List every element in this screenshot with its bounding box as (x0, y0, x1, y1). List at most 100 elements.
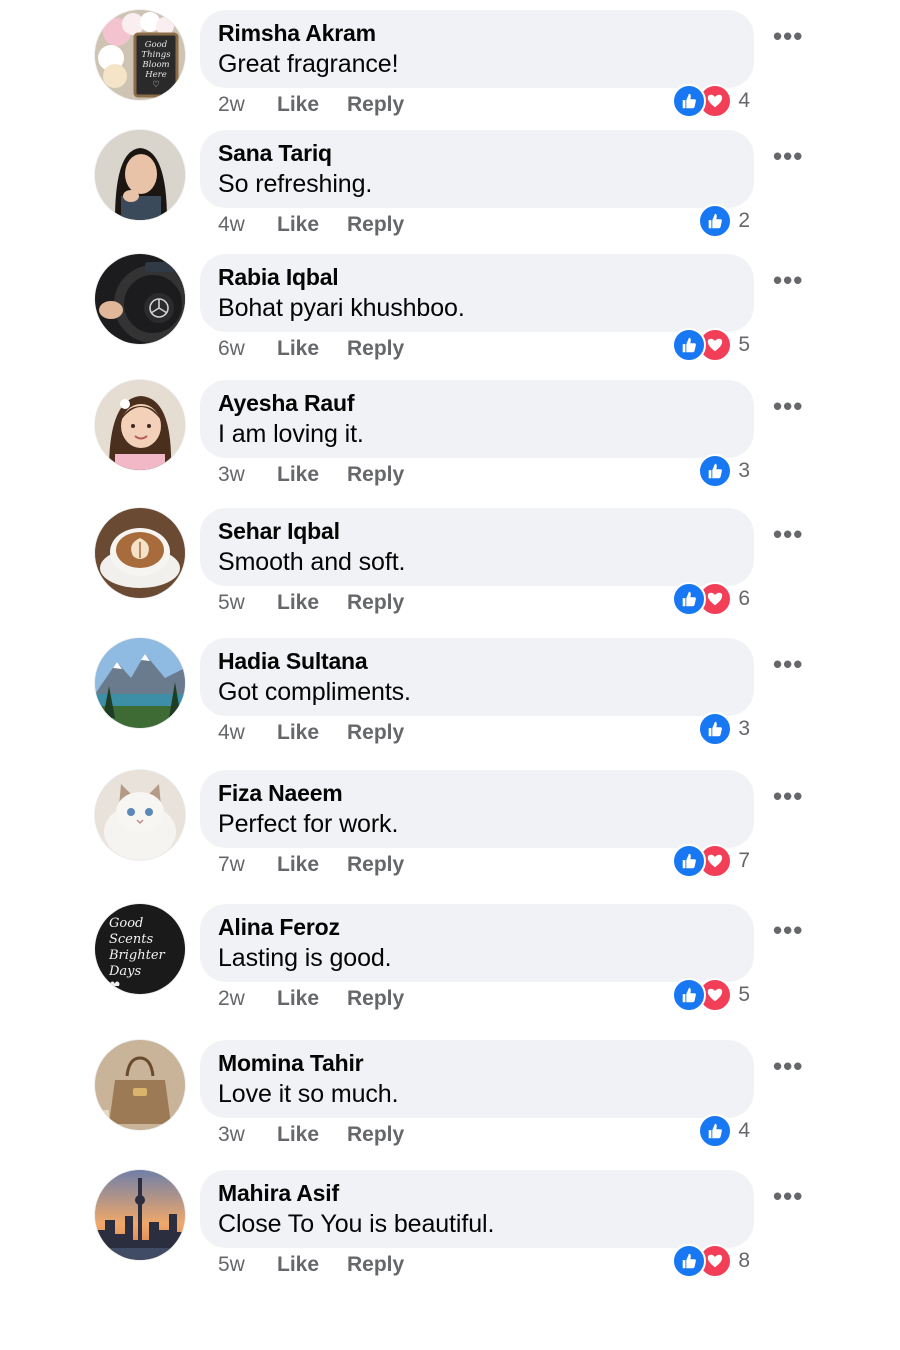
comment: Sehar Iqbal Smooth and soft. 5w Like Rep… (0, 508, 900, 638)
comment-author[interactable]: Hadia Sultana (218, 646, 736, 676)
comment-text: Great fragrance! (218, 50, 399, 78)
comment: Good Things Bloom Here ♡ Rimsha Akram Great … (0, 10, 900, 140)
reply-button[interactable]: Reply (347, 984, 404, 1014)
avatar[interactable] (95, 770, 185, 860)
more-options-icon[interactable]: ••• (773, 143, 803, 169)
comment-actions: 4w Like Reply (218, 210, 404, 240)
comments-list: Good Things Bloom Here ♡ Rimsha Akram Great … (0, 0, 900, 1350)
comment-timestamp[interactable]: 5w (218, 1250, 277, 1280)
more-options-icon[interactable]: ••• (773, 393, 803, 419)
comment-actions: 2w Like Reply (218, 90, 404, 120)
reaction-count: 5 (738, 333, 750, 356)
like-reaction-icon (672, 978, 707, 1012)
like-button[interactable]: Like (277, 984, 347, 1014)
comment-author[interactable]: Rabia Iqbal (218, 262, 736, 292)
comment-author[interactable]: Sana Tariq (218, 138, 736, 168)
comment-timestamp[interactable]: 4w (218, 718, 277, 748)
reactions-summary[interactable]: 6 (672, 582, 750, 616)
more-options-icon[interactable]: ••• (773, 521, 803, 547)
reactions-summary[interactable]: 3 (698, 712, 750, 746)
reactions-summary[interactable]: 5 (672, 328, 750, 362)
comment-author[interactable]: Mahira Asif (218, 1178, 736, 1208)
comment-actions: 5w Like Reply (218, 1250, 404, 1280)
like-button[interactable]: Like (277, 850, 347, 880)
girl-portrait-image (95, 130, 185, 220)
reply-button[interactable]: Reply (347, 90, 404, 120)
reply-button[interactable]: Reply (347, 460, 404, 490)
comment-actions: 7w Like Reply (218, 850, 404, 880)
like-button[interactable]: Like (277, 1120, 347, 1150)
more-options-icon[interactable]: ••• (773, 1053, 803, 1079)
avatar[interactable] (95, 508, 185, 598)
reply-button[interactable]: Reply (347, 210, 404, 240)
reaction-count: 2 (738, 209, 750, 232)
more-options-icon[interactable]: ••• (773, 917, 803, 943)
latte-art-coffee-image (95, 508, 185, 598)
comment-author[interactable]: Fiza Naeem (218, 778, 736, 808)
like-reaction-icon (698, 1114, 733, 1148)
comment-bubble: Rimsha Akram Great fragrance! (200, 10, 754, 88)
like-reaction-icon (672, 582, 707, 616)
avatar[interactable] (95, 638, 185, 728)
like-button[interactable]: Like (277, 588, 347, 618)
more-options-icon[interactable]: ••• (773, 267, 803, 293)
like-button[interactable]: Like (277, 334, 347, 364)
flowers-good-things-bloom-here-image: GoodThingsBloomHere♡ (95, 10, 185, 100)
reactions-summary[interactable]: 5 (672, 978, 750, 1012)
comment-text: Lasting is good. (218, 944, 392, 972)
comment-text: Smooth and soft. (218, 548, 406, 576)
comment-text: Bohat pyari khushboo. (218, 294, 465, 322)
like-button[interactable]: Like (277, 90, 347, 120)
more-options-icon[interactable]: ••• (773, 651, 803, 677)
comment-author[interactable]: Rimsha Akram (218, 18, 736, 48)
comment-text: So refreshing. (218, 170, 373, 198)
car-steering-wheel-image (95, 254, 185, 344)
reactions-summary[interactable]: 4 (672, 84, 750, 118)
avatar[interactable] (95, 130, 185, 220)
comment-timestamp[interactable]: 2w (218, 90, 277, 120)
reply-button[interactable]: Reply (347, 334, 404, 364)
like-button[interactable]: Like (277, 210, 347, 240)
like-button[interactable]: Like (277, 1250, 347, 1280)
reactions-summary[interactable]: 7 (672, 844, 750, 878)
like-button[interactable]: Like (277, 460, 347, 490)
reactions-summary[interactable]: 2 (698, 204, 750, 238)
comment-timestamp[interactable]: 3w (218, 460, 277, 490)
comment-timestamp[interactable]: 2w (218, 984, 277, 1014)
reply-button[interactable]: Reply (347, 588, 404, 618)
comment-timestamp[interactable]: 5w (218, 588, 277, 618)
comment-timestamp[interactable]: 7w (218, 850, 277, 880)
comment-timestamp[interactable]: 4w (218, 210, 277, 240)
reply-button[interactable]: Reply (347, 1250, 404, 1280)
avatar[interactable]: GoodScentsBrighterDays♥ (95, 904, 185, 994)
comment-timestamp[interactable]: 3w (218, 1120, 277, 1150)
handbag-image (95, 1040, 185, 1130)
more-options-icon[interactable]: ••• (773, 783, 803, 809)
comment-actions: 5w Like Reply (218, 588, 404, 618)
reply-button[interactable]: Reply (347, 850, 404, 880)
reactions-summary[interactable]: 3 (698, 454, 750, 488)
like-button[interactable]: Like (277, 718, 347, 748)
comment-bubble: Mahira Asif Close To You is beautiful. (200, 1170, 754, 1248)
reply-button[interactable]: Reply (347, 718, 404, 748)
reply-button[interactable]: Reply (347, 1120, 404, 1150)
avatar[interactable] (95, 254, 185, 344)
more-options-icon[interactable]: ••• (773, 1183, 803, 1209)
avatar[interactable] (95, 1040, 185, 1130)
comment-bubble: Alina Feroz Lasting is good. (200, 904, 754, 982)
comment-author[interactable]: Ayesha Rauf (218, 388, 736, 418)
avatar[interactable] (95, 1170, 185, 1260)
city-skyline-sunset-image (95, 1170, 185, 1260)
comment: Ayesha Rauf I am loving it. 3w Like Repl… (0, 380, 900, 510)
avatar[interactable]: Good Things Bloom Here ♡ (95, 10, 185, 100)
comment-author[interactable]: Sehar Iqbal (218, 516, 736, 546)
comment-author[interactable]: Alina Feroz (218, 912, 736, 942)
comment-author[interactable]: Momina Tahir (218, 1048, 736, 1078)
comment-actions: 2w Like Reply (218, 984, 404, 1014)
more-options-icon[interactable]: ••• (773, 23, 803, 49)
reactions-summary[interactable]: 4 (698, 1114, 750, 1148)
comment-timestamp[interactable]: 6w (218, 334, 277, 364)
avatar[interactable] (95, 380, 185, 470)
comment-bubble: Sana Tariq So refreshing. (200, 130, 754, 208)
reactions-summary[interactable]: 8 (672, 1244, 750, 1278)
